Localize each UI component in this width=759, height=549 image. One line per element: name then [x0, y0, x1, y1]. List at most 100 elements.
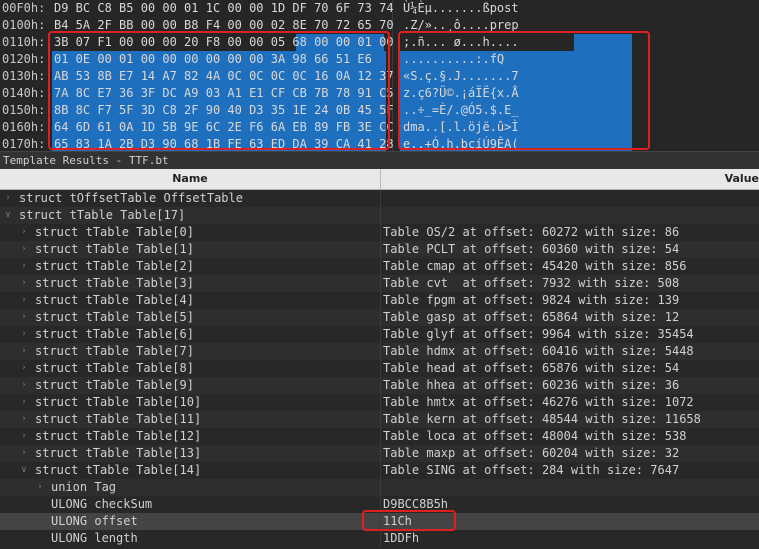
hex-row-address: 0140h: [2, 86, 46, 100]
tree-row[interactable]: ULONG length 1DDFh [0, 530, 759, 547]
hex-row-address: 0160h: [2, 120, 46, 134]
column-header-name[interactable]: Name [0, 169, 381, 189]
tree-row[interactable]: › struct tOffsetTable OffsetTable [0, 190, 759, 207]
tree-row-value: Table head at offset: 65876 with size: 5… [383, 361, 680, 375]
chevron-right-icon[interactable]: › [4, 190, 12, 207]
hex-row[interactable]: 00F0h: D9 BC C8 B5 00 00 01 1C 00 00 1D D… [0, 0, 759, 17]
chevron-right-icon[interactable]: › [20, 309, 28, 326]
tree-row-value: Table glyf at offset: 9964 with size: 35… [383, 327, 694, 341]
tree-row-name-cell: › struct tTable Table[8] [0, 360, 381, 377]
hex-row-address: 0150h: [2, 103, 46, 117]
tree-row[interactable]: › struct tTable Table[0] Table OS/2 at off… [0, 224, 759, 241]
tree-row-name-cell: › struct tTable Table[7] [0, 343, 381, 360]
tree-row-value: Table hdmx at offset: 60416 with size: 5… [383, 344, 694, 358]
hex-row-address: 0100h: [2, 18, 46, 32]
tree-row[interactable]: › struct tTable Table[6] Table glyf at off… [0, 326, 759, 343]
tree-row-name: struct tOffsetTable OffsetTable [19, 191, 243, 205]
tree-row-name: struct tTable Table[12] [35, 429, 202, 443]
tree-row-name: struct tTable Table[17] [19, 208, 186, 222]
tree-row-name: struct tTable Table[13] [35, 446, 202, 460]
tree-row[interactable]: ∨ struct tTable Table[14] Table SING at of… [0, 462, 759, 479]
tree-row-name-cell: ULONG offset [0, 513, 381, 530]
chevron-right-icon[interactable]: › [20, 326, 28, 343]
chevron-right-icon[interactable]: › [20, 360, 28, 377]
tree-row-name-cell: › struct tOffsetTable OffsetTable [0, 190, 381, 207]
chevron-right-icon[interactable]: › [36, 479, 44, 496]
hex-row-ascii[interactable]: Ù¼Èµ.......ßpost [403, 0, 633, 17]
tree-row[interactable]: › struct tTable Table[3] Table cvt at offs… [0, 275, 759, 292]
tree-row-name: ULONG checkSum [51, 497, 153, 511]
tree-row[interactable]: › struct tTable Table[8] Table head at off… [0, 360, 759, 377]
tree-row-value: Table gasp at offset: 65864 with size: 1… [383, 310, 680, 324]
tree-row-name-cell: › struct tTable Table[12] [0, 428, 381, 445]
tree-row-name-cell: ULONG checkSum [0, 496, 381, 513]
tree-row-value: Table kern at offset: 48544 with size: 1… [383, 412, 701, 426]
tree-row-name-cell: › struct tTable Table[4] [0, 292, 381, 309]
chevron-down-icon[interactable]: ∨ [4, 207, 12, 224]
tree-row-name-cell: › struct tTable Table[3] [0, 275, 381, 292]
tree-row[interactable]: › struct tTable Table[10] Table hmtx at of… [0, 394, 759, 411]
tree-row[interactable]: › struct tTable Table[11] Table kern at of… [0, 411, 759, 428]
tree-row[interactable]: › struct tTable Table[13] Table maxp at of… [0, 445, 759, 462]
tree-row[interactable]: › struct tTable Table[9] Table hhea at off… [0, 377, 759, 394]
tree-row-name: union Tag [51, 480, 117, 494]
chevron-right-icon[interactable]: › [20, 445, 28, 462]
chevron-right-icon[interactable]: › [20, 241, 28, 258]
tree-row[interactable]: › struct tTable Table[4] Table fpgm at off… [0, 292, 759, 309]
chevron-right-icon[interactable]: › [20, 275, 28, 292]
tree-row-name-cell: › struct tTable Table[2] [0, 258, 381, 275]
chevron-right-icon[interactable]: › [20, 343, 28, 360]
chevron-right-icon[interactable]: › [20, 258, 28, 275]
tree-row[interactable]: › struct tTable Table[12] Table loca at of… [0, 428, 759, 445]
tree-row-name: struct tTable Table[1] [35, 242, 194, 256]
highlight-box-offset-value [362, 510, 456, 531]
tree-row-name-cell: › struct tTable Table[6] [0, 326, 381, 343]
tree-row-value: Table cvt at offset: 7932 with size: 508 [383, 276, 680, 290]
hex-row-address: 0110h: [2, 35, 46, 49]
tree-row-value: Table loca at offset: 48004 with size: 5… [383, 429, 687, 443]
hex-row-address: 0130h: [2, 69, 46, 83]
tree-row-value: Table OS/2 at offset: 60272 with size: 8… [383, 225, 680, 239]
tree-row-value: Table PCLT at offset: 60360 with size: 5… [383, 242, 680, 256]
tree-row-value [383, 479, 759, 496]
template-results-header: Name Value [0, 169, 759, 190]
highlight-box-ascii [398, 31, 650, 150]
tree-row-name-cell: › struct tTable Table[0] [0, 224, 381, 241]
tree-row-value: Table hmtx at offset: 46276 with size: 1… [383, 395, 694, 409]
tree-row-value: Table cmap at offset: 45420 with size: 8… [383, 259, 687, 273]
tree-row-value: Table maxp at offset: 60204 with size: 3… [383, 446, 680, 460]
hex-row-bytes[interactable]: D9 BC C8 B5 00 00 01 1C 00 00 1D DF 70 6… [54, 0, 394, 17]
tree-row-name: struct tTable Table[2] [35, 259, 194, 273]
hex-editor-pane[interactable]: 00F0h: D9 BC C8 B5 00 00 01 1C 00 00 1D D… [0, 0, 759, 151]
tree-row-name-cell: › struct tTable Table[13] [0, 445, 381, 462]
tree-row-name: struct tTable Table[6] [35, 327, 194, 341]
chevron-right-icon[interactable]: › [20, 394, 28, 411]
tree-row-name: struct tTable Table[5] [35, 310, 194, 324]
chevron-right-icon[interactable]: › [20, 428, 28, 445]
tree-row-name: struct tTable Table[10] [35, 395, 202, 409]
tree-row-name: struct tTable Table[8] [35, 361, 194, 375]
column-header-value[interactable]: Value [381, 169, 759, 189]
chevron-right-icon[interactable]: › [20, 377, 28, 394]
chevron-right-icon[interactable]: › [20, 224, 28, 241]
chevron-right-icon[interactable]: › [20, 292, 28, 309]
tree-row-name: struct tTable Table[3] [35, 276, 194, 290]
tree-row[interactable]: › struct tTable Table[2] Table cmap at off… [0, 258, 759, 275]
tree-row[interactable]: › struct tTable Table[7] Table hdmx at off… [0, 343, 759, 360]
tree-row-name-cell: › struct tTable Table[1] [0, 241, 381, 258]
tree-row[interactable]: › struct tTable Table[1] Table PCLT at off… [0, 241, 759, 258]
tree-row-name-cell: › struct tTable Table[10] [0, 394, 381, 411]
tree-row[interactable]: › union Tag [0, 479, 759, 496]
tree-row-value: Table fpgm at offset: 9824 with size: 13… [383, 293, 680, 307]
chevron-down-icon[interactable]: ∨ [20, 462, 28, 479]
tree-row[interactable]: ∨ struct tTable Table[17] [0, 207, 759, 224]
tree-row-name-cell: ULONG length [0, 530, 381, 547]
tree-row-value [383, 207, 759, 224]
hex-row-address: 00F0h: [2, 1, 46, 15]
chevron-right-icon[interactable]: › [20, 411, 28, 428]
tree-row-name: struct tTable Table[14] [35, 463, 202, 477]
tree-row-name: struct tTable Table[7] [35, 344, 194, 358]
tree-row-name-cell: › struct tTable Table[11] [0, 411, 381, 428]
tree-row[interactable]: › struct tTable Table[5] Table gasp at off… [0, 309, 759, 326]
tree-row-name: ULONG length [51, 531, 138, 545]
